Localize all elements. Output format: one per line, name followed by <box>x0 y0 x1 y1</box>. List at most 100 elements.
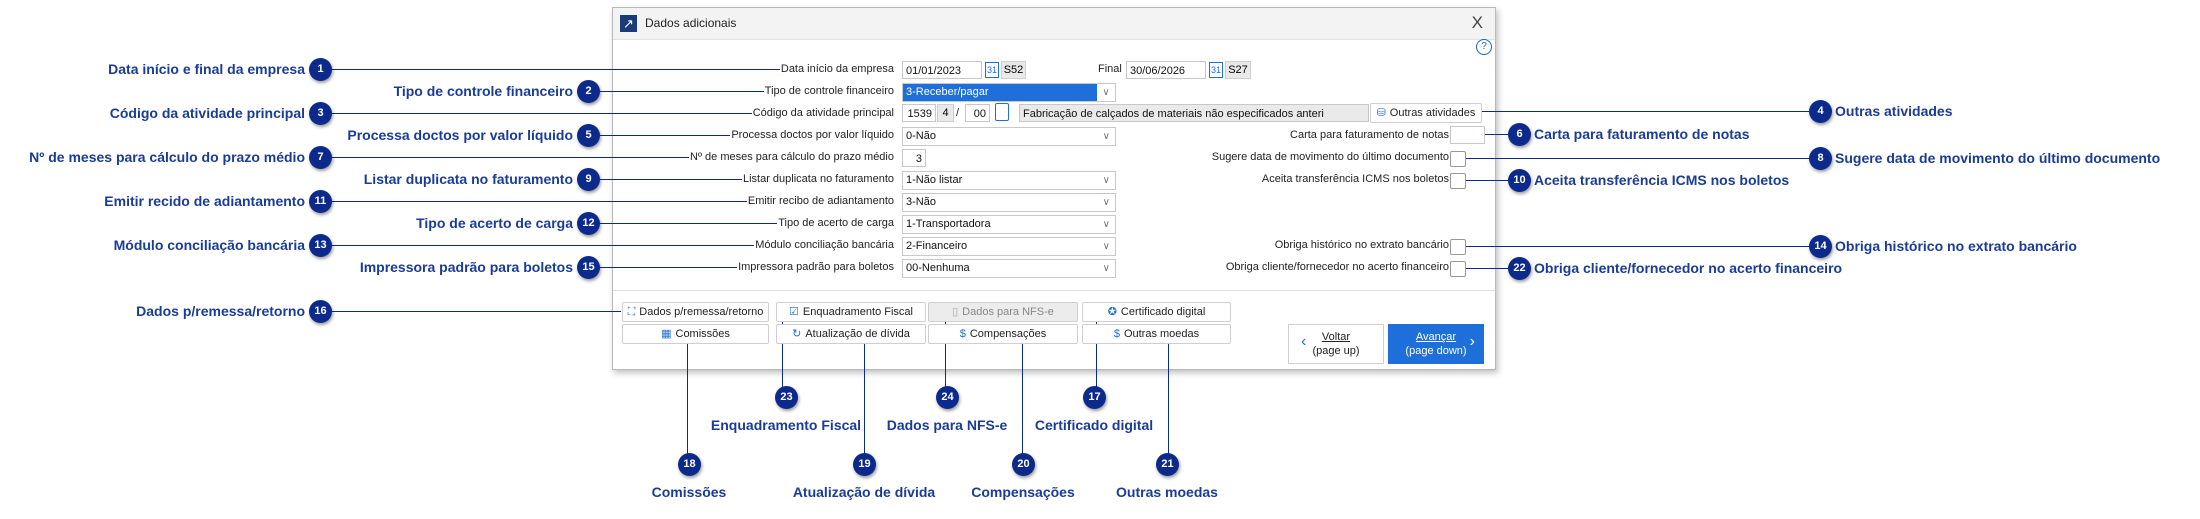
aceita-checkbox[interactable] <box>1450 173 1466 189</box>
carta-label: Carta para faturamento de notas <box>1289 129 1450 141</box>
help-icon[interactable]: ? <box>1476 39 1492 55</box>
callout-label: Certificado digital <box>1034 417 1154 433</box>
callout-badge: 3 <box>309 102 332 125</box>
callout-badge: 7 <box>309 146 332 169</box>
callout-label: Nº de meses para cálculo do prazo médio <box>29 149 305 165</box>
voltar-button[interactable]: ‹ Voltar (page up) <box>1288 324 1384 364</box>
callout-label: Comissões <box>651 484 727 500</box>
emitir-label: Emitir recibo de adiantamento <box>746 195 895 207</box>
tipo-controle-select[interactable]: 3-Receber/pagar ∨ <box>902 83 1116 102</box>
selected-value: 0-Não <box>906 130 936 142</box>
outras-moedas-button[interactable]: $ Outras moedas <box>1082 324 1231 344</box>
codigo-atividade-label: Código da atividade principal <box>751 107 895 119</box>
money-bag-icon: $ <box>959 328 966 340</box>
aceita-label: Aceita transferência ICMS nos boletos <box>1260 173 1450 185</box>
callout-line <box>1463 158 1820 159</box>
acerto-select[interactable]: 1-Transportadora ∨ <box>902 215 1116 234</box>
atividade-description: Fabricação de calçados de materiais não … <box>1019 104 1369 122</box>
calendar-icon[interactable]: 31 <box>1209 62 1223 78</box>
button-label: Certificado digital <box>1120 306 1206 318</box>
divider <box>613 290 1495 291</box>
callout-label: Enquadramento Fiscal <box>710 417 862 433</box>
selected-value: 3-Receber/pagar <box>906 86 989 98</box>
atividade-sub-input[interactable]: 00 <box>965 104 990 122</box>
callout-badge: 23 <box>775 386 798 409</box>
selected-value: 3-Não <box>906 196 936 208</box>
processa-select[interactable]: 0-Não ∨ <box>902 127 1116 146</box>
callout-badge: 6 <box>1508 123 1531 146</box>
button-label: Atualização de dívida <box>805 328 910 340</box>
sugere-checkbox[interactable] <box>1450 151 1466 167</box>
button-label: Enquadramento Fiscal <box>802 306 913 318</box>
callout-line <box>320 69 785 70</box>
impressora-select[interactable]: 00-Nenhuma ∨ <box>902 259 1116 278</box>
selected-value: 00-Nenhuma <box>906 262 970 274</box>
chevron-down-icon: ∨ <box>1102 197 1110 208</box>
callout-label: Tipo de controle financeiro <box>393 83 573 99</box>
callout-badge: 21 <box>1156 453 1179 476</box>
modulo-select[interactable]: 2-Financeiro ∨ <box>902 237 1116 256</box>
callout-label: Sugere data de movimento do último docum… <box>1835 150 2161 166</box>
callout-line <box>320 201 810 202</box>
emitir-select[interactable]: 3-Não ∨ <box>902 193 1116 212</box>
listar-select[interactable]: 1-Não listar ∨ <box>902 171 1116 190</box>
callout-label: Data início e final da empresa <box>108 61 305 77</box>
dados-remessa-button[interactable]: ⛶ Dados p/remessa/retorno <box>622 302 769 322</box>
carta-input[interactable] <box>1450 126 1485 144</box>
callout-label: Impressora padrão para boletos <box>359 259 573 275</box>
chevron-left-icon: ‹ <box>1301 333 1307 350</box>
chevron-down-icon: ∨ <box>1102 131 1110 142</box>
callout-label: Dados p/remessa/retorno <box>136 303 305 319</box>
data-final-input[interactable]: 30/06/2026 <box>1126 61 1206 79</box>
obriga-hist-label: Obriga histórico no extrato bancário <box>1273 239 1450 251</box>
callout-badge: 5 <box>577 124 600 147</box>
button-label: Dados para NFS-e <box>962 306 1054 318</box>
obriga-hist-checkbox[interactable] <box>1450 239 1466 255</box>
data-inicio-input[interactable]: 01/01/2023 <box>902 61 982 79</box>
chevron-down-icon: ∨ <box>1102 241 1110 252</box>
callout-label: Compensações <box>971 484 1075 500</box>
callout-label: Dados para NFS-e <box>886 417 1008 433</box>
compensacoes-button[interactable]: $ Compensações <box>928 324 1078 344</box>
callout-label: Carta para faturamento de notas <box>1534 126 1750 142</box>
data-inicio-label: Data início da empresa <box>779 63 895 75</box>
callout-label: Aceita transferência ICMS nos boletos <box>1534 172 1790 188</box>
callout-badge: 19 <box>853 453 876 476</box>
selected-value: 1-Transportadora <box>906 218 991 230</box>
meses-input[interactable]: 3 <box>902 149 926 167</box>
callout-badge: 13 <box>309 234 332 257</box>
callout-badge: 8 <box>1809 147 1832 170</box>
callout-line <box>320 311 621 312</box>
callout-badge: 20 <box>1012 453 1035 476</box>
close-icon[interactable]: X <box>1472 13 1483 33</box>
nfse-button[interactable]: ▯ Dados para NFS-e <box>928 302 1078 322</box>
modulo-label: Módulo conciliação bancária <box>754 239 895 251</box>
calendar-icon[interactable]: 31 <box>985 62 999 78</box>
callout-badge: 9 <box>577 168 600 191</box>
activities-icon: ⛁ <box>1376 107 1386 119</box>
comissoes-button[interactable]: ▦ Comissões <box>622 324 769 344</box>
enquadramento-button[interactable]: ☑ Enquadramento Fiscal <box>776 302 926 322</box>
callout-label: Obriga cliente/fornecedor no acerto fina… <box>1534 260 1843 276</box>
outras-atividades-button[interactable]: ⛁ Outras atividades <box>1370 103 1482 123</box>
callout-badge: 14 <box>1809 235 1832 258</box>
callout-line <box>320 245 815 246</box>
callout-line <box>1022 340 1023 464</box>
button-label: Comissões <box>675 328 730 340</box>
callout-badge: 18 <box>678 453 701 476</box>
sugere-label: Sugere data de movimento do último docum… <box>1210 151 1450 163</box>
chevron-down-icon: ∨ <box>1102 219 1110 230</box>
atividade-digit: 4 <box>937 104 954 122</box>
obriga-cli-checkbox[interactable] <box>1450 261 1466 277</box>
atualizacao-button[interactable]: ↻ Atualização de dívida <box>776 324 926 344</box>
certificado-button[interactable]: ✪ Certificado digital <box>1082 302 1231 322</box>
final-label: Final <box>1097 63 1123 75</box>
search-list-icon[interactable] <box>995 103 1009 121</box>
atividade-code-input[interactable]: 1539 <box>902 104 936 122</box>
acerto-label: Tipo de acerto de carga <box>777 217 895 229</box>
callout-label: Módulo conciliação bancária <box>113 237 305 253</box>
avancar-button[interactable]: › Avançar (page down) <box>1388 324 1484 364</box>
slash: / <box>955 107 961 119</box>
refresh-icon: ↻ <box>792 328 802 340</box>
dados-adicionais-dialog: ↗ Dados adicionais X ? Data início da em… <box>612 7 1496 370</box>
